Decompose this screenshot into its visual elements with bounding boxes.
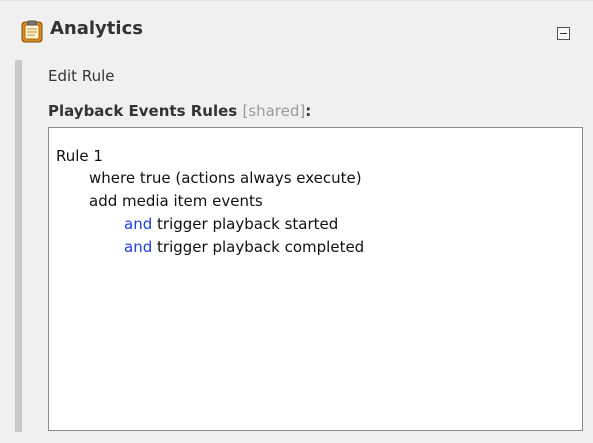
trigger-text[interactable]: trigger playback completed <box>157 238 364 256</box>
title-colon: : <box>305 102 312 120</box>
section-left-border <box>15 60 22 432</box>
trigger-text[interactable]: trigger playback started <box>157 215 338 233</box>
panel-header: Analytics <box>0 0 593 51</box>
rule-trigger-item[interactable]: and trigger playback completed <box>124 237 364 257</box>
rule-condition[interactable]: where true (actions always execute) <box>89 168 362 188</box>
rules-title-text: Playback Events Rules <box>48 102 238 120</box>
trigger-keyword: and <box>124 215 153 233</box>
analytics-panel: Analytics Edit Rule Playback Events Rule… <box>0 0 593 443</box>
panel-title: Analytics <box>50 18 143 39</box>
shared-tag: [shared] <box>242 102 306 120</box>
rule-action[interactable]: add media item events <box>89 191 263 211</box>
rule-name[interactable]: Rule 1 <box>56 146 103 166</box>
rules-section-title: Playback Events Rules [shared]: <box>48 101 311 121</box>
collapse-minus-icon[interactable] <box>557 27 570 40</box>
rule-trigger-item[interactable]: and trigger playback started <box>124 214 338 234</box>
rule-editor-box[interactable]: Rule 1 where true (actions always execut… <box>48 127 583 431</box>
edit-rule-link[interactable]: Edit Rule <box>48 66 114 86</box>
trigger-keyword: and <box>124 238 153 256</box>
clipboard-icon <box>21 20 43 43</box>
